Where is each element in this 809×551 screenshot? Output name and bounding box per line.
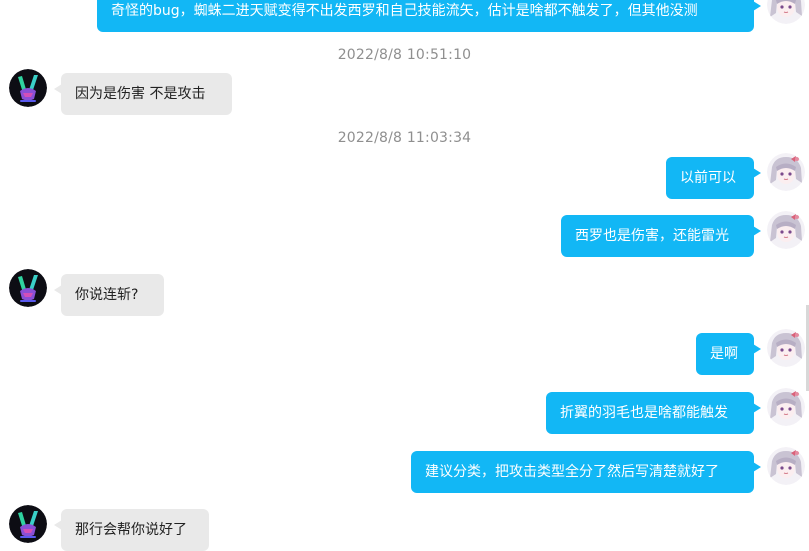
message-bubble-outgoing[interactable]: 是啊: [696, 333, 761, 375]
self-avatar-icon[interactable]: [767, 211, 805, 249]
other-avatar-icon[interactable]: [9, 505, 47, 543]
self-avatar-icon[interactable]: [767, 0, 805, 24]
message-timestamp: 2022/8/8 11:03:34: [337, 130, 472, 146]
chat-message-area: 奇怪的bug，蜘蛛二进天赋变得不出发西罗和自己技能流矢，估计是啥都不触发了，但其…: [0, 0, 809, 551]
message-bubble-incoming[interactable]: 因为是伤害 不是攻击: [54, 73, 232, 115]
message-bubble-outgoing[interactable]: 建议分类，把攻击类型全分了然后写清楚就好了: [411, 451, 761, 493]
message-bubble-outgoing[interactable]: 以前可以: [666, 157, 761, 199]
self-avatar-icon[interactable]: [767, 153, 805, 191]
other-avatar-icon[interactable]: [9, 69, 47, 107]
message-bubble-outgoing[interactable]: 西罗也是伤害，还能雷光: [561, 215, 761, 257]
message-bubble-incoming[interactable]: 你说连斩?: [54, 274, 164, 316]
message-timestamp: 2022/8/8 10:51:10: [337, 47, 472, 63]
self-avatar-icon[interactable]: [767, 329, 805, 367]
self-avatar-icon[interactable]: [767, 388, 805, 426]
message-bubble-outgoing[interactable]: 折翼的羽毛也是啥都能触发: [546, 392, 761, 434]
self-avatar-icon[interactable]: [767, 447, 805, 485]
message-bubble-outgoing[interactable]: 奇怪的bug，蜘蛛二进天赋变得不出发西罗和自己技能流矢，估计是啥都不触发了，但其…: [97, 0, 761, 32]
other-avatar-icon[interactable]: [9, 269, 47, 307]
message-bubble-incoming[interactable]: 那行会帮你说好了: [54, 509, 209, 551]
